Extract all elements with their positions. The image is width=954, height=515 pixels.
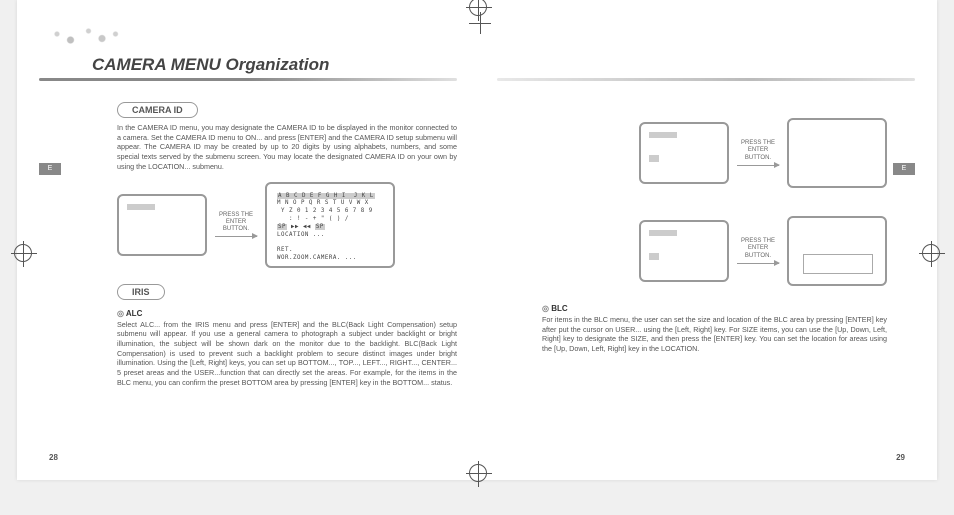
- char-row-7: RET.: [277, 247, 293, 253]
- blc-diagram-2: PRESS THE ENTER BUTTON.: [542, 216, 887, 286]
- screen-box-src-1: [639, 122, 729, 184]
- char-row-2: M N O P Q R S T U V W X: [277, 200, 369, 206]
- arrow-label: PRESS THE ENTER BUTTON.: [741, 238, 775, 260]
- inner-rect: [803, 254, 873, 274]
- char-row-4: : ! - + " ( ) /: [277, 216, 349, 222]
- blc-diagram-1: PRESS THE ENTER BUTTON.: [542, 118, 887, 188]
- arrow-label: PRESS THE ENTER BUTTON.: [741, 140, 775, 162]
- arrow-block: PRESS THE ENTER BUTTON.: [215, 212, 257, 238]
- droplet-decoration: [39, 22, 129, 52]
- char-row-3: Y Z 0 1 2 3 4 5 6 7 8 9: [277, 208, 373, 214]
- camera-id-body: In the CAMERA ID menu, you may designate…: [117, 123, 457, 172]
- screen-placeholder-sq: [649, 155, 659, 162]
- arrow-label: PRESS THE ENTER BUTTON.: [219, 212, 253, 234]
- alc-body: Select ALC... from the IRIS menu and pre…: [117, 320, 457, 388]
- section-label-camera-id: CAMERA ID: [117, 102, 198, 118]
- side-tab-right: E: [893, 163, 915, 175]
- left-page-content: CAMERA ID In the CAMERA ID menu, you may…: [117, 100, 457, 396]
- screen-placeholder-sq: [649, 253, 659, 260]
- sub-heading-blc: BLC: [542, 304, 887, 313]
- arrow-icon: [215, 236, 257, 237]
- registration-mark-right: [922, 244, 940, 262]
- right-page-content: PRESS THE ENTER BUTTON. PRESS THE ENTER …: [542, 100, 887, 362]
- arrow-block: PRESS THE ENTER BUTTON.: [737, 238, 779, 264]
- char-row-1: A B C D E F G H I J K L: [277, 193, 375, 199]
- char-row-8: WOR.ZOOM.CAMERA. ...: [277, 255, 357, 261]
- registration-mark-bottom: [469, 464, 487, 482]
- screen-placeholder-bar: [127, 204, 155, 210]
- screen-placeholder-bar: [649, 230, 677, 236]
- char-row-6: LOCATION ...: [277, 232, 325, 238]
- arrow-icon: [737, 165, 779, 166]
- title-rule-left: [39, 78, 457, 81]
- title-rule-right: [497, 78, 915, 81]
- screen-box-dest-2: [787, 216, 887, 286]
- arrow-block: PRESS THE ENTER BUTTON.: [737, 140, 779, 166]
- screen-box-src-2: [639, 220, 729, 282]
- sub-heading-alc: ALC: [117, 309, 457, 318]
- page-number-right: 29: [896, 453, 905, 462]
- page-title: CAMERA MENU Organization: [92, 55, 329, 75]
- screen-placeholder-bar: [649, 132, 677, 138]
- page-spread: CAMERA MENU Organization E E CAMERA ID I…: [17, 0, 937, 480]
- page-number-left: 28: [49, 453, 58, 462]
- side-tab-left: E: [39, 163, 61, 175]
- screen-box-char-grid: A B C D E F G H I J K L M N O P Q R S T …: [265, 182, 395, 268]
- section-label-iris: IRIS: [117, 284, 165, 300]
- screen-box-dest-1: [787, 118, 887, 188]
- arrow-icon: [737, 263, 779, 264]
- camera-id-diagram: PRESS THE ENTER BUTTON. A B C D E F G H …: [117, 182, 457, 268]
- char-row-5b: SP: [315, 224, 325, 230]
- blc-body: For items in the BLC menu, the user can …: [542, 315, 887, 354]
- registration-mark-left: [14, 244, 32, 262]
- screen-box-source: [117, 194, 207, 256]
- char-grid: A B C D E F G H I J K L M N O P Q R S T …: [273, 190, 387, 266]
- registration-mark-top: [469, 0, 487, 16]
- char-row-5a: SP: [277, 224, 287, 230]
